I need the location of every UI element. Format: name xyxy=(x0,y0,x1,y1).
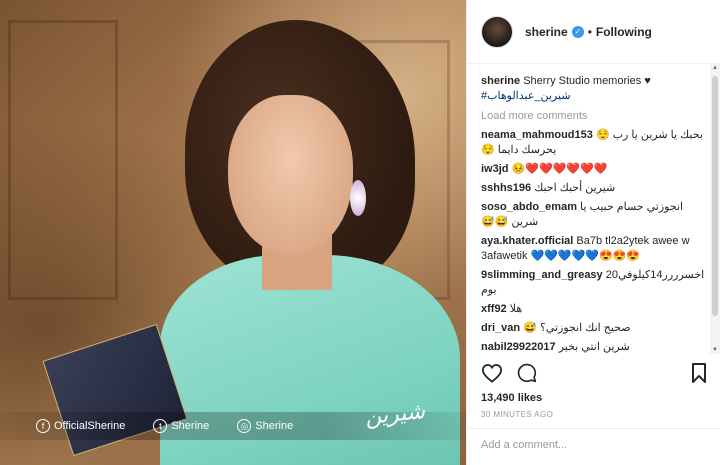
comment-icon[interactable] xyxy=(517,363,537,383)
caption-text: Sherry Studio memories ♥ xyxy=(523,75,651,87)
comment-item: soso_abdo_emam انجوزتي حسام حبيب يا شرين… xyxy=(481,200,707,230)
post-actions xyxy=(481,360,707,386)
verified-icon: ✓ xyxy=(571,25,584,38)
photo-social-label: OfficialSherine xyxy=(54,420,126,432)
comment-item: xff92 هلا xyxy=(481,302,707,317)
scroll-down-arrow-icon[interactable]: ▼ xyxy=(712,347,718,353)
comment-text: هلا xyxy=(509,303,523,315)
twitter-icon: t xyxy=(153,419,168,433)
avatar[interactable] xyxy=(481,15,513,48)
caption-username[interactable]: sherine xyxy=(481,75,520,87)
comment-text: 😣❤️❤️❤️❤️❤️❤️ xyxy=(511,163,608,175)
comment-username[interactable]: dri_van xyxy=(481,322,520,334)
comment-username[interactable]: sshhs196 xyxy=(481,182,531,194)
add-comment-input[interactable]: Add a comment... xyxy=(467,428,720,465)
comments-list[interactable]: sherine Sherry Studio memories ♥ #شيرين_… xyxy=(467,64,720,354)
bookmark-icon[interactable] xyxy=(691,363,707,383)
post-timestamp: 30 MINUTES AGO xyxy=(481,410,554,419)
post-caption: sherine Sherry Studio memories ♥ #شيرين_… xyxy=(481,74,707,104)
photo-social-facebook: f OfficialSherine xyxy=(36,419,125,433)
comment-username[interactable]: 9slimming_and_greasy xyxy=(481,269,603,281)
likes-count[interactable]: 13,490 likes xyxy=(481,392,542,404)
following-button[interactable]: Following xyxy=(596,25,652,39)
comment-item: sshhs196 شيرين أحبك احبك xyxy=(481,181,707,196)
photo-social-label: Sherine xyxy=(171,420,210,432)
comment-text: صحيح انك انجوزتي؟ 😅 xyxy=(523,322,631,334)
photo-wall-panel xyxy=(8,20,118,300)
post-sidebar: sherine ✓ • Following sherine Sherry Stu… xyxy=(466,0,720,465)
comment-username[interactable]: xff92 xyxy=(481,303,507,315)
comment-username[interactable]: nabil29922017 xyxy=(481,341,556,353)
photo-earring xyxy=(350,180,366,216)
photo-social-label: Sherine xyxy=(255,420,294,432)
comment-item: nabil29922017 شرين انتي بخير xyxy=(481,340,707,354)
comment-username[interactable]: neama_mahmoud153 xyxy=(481,129,593,141)
caption-hashtag[interactable]: #شيرين_عبدالوهاب xyxy=(481,90,571,102)
comment-text: شرين انتي بخير xyxy=(558,341,630,353)
scroll-up-arrow-icon[interactable]: ▲ xyxy=(712,65,718,71)
load-more-comments-link[interactable]: Load more comments xyxy=(481,110,707,122)
post-photo[interactable]: f OfficialSherine t Sherine ◎ Sherine شي… xyxy=(0,0,466,465)
photo-social-instagram: ◎ Sherine xyxy=(237,419,293,433)
header-separator: • xyxy=(587,24,592,39)
comment-item: aya.khater.official Ba7b tl2a2ytek awee … xyxy=(481,234,707,264)
photo-subject-face xyxy=(228,95,353,255)
comment-username[interactable]: aya.khater.official xyxy=(481,235,573,247)
heart-icon[interactable] xyxy=(481,363,503,383)
comment-item: 9slimming_and_greasy اخسرررر14كيلوفي20 ي… xyxy=(481,268,707,298)
facebook-icon: f xyxy=(36,419,50,433)
header-username[interactable]: sherine xyxy=(525,25,568,39)
post-header: sherine ✓ • Following xyxy=(467,0,720,64)
instagram-icon: ◎ xyxy=(237,419,252,433)
comment-username[interactable]: soso_abdo_emam xyxy=(481,201,577,213)
comment-text: شيرين أحبك احبك xyxy=(534,182,616,194)
comment-item: neama_mahmoud153 بحبك يا شرين يا رب 😌 يح… xyxy=(481,128,707,158)
scrollbar-thumb[interactable] xyxy=(712,76,718,316)
comment-username[interactable]: iw3jd xyxy=(481,163,509,175)
comments-scrollbar[interactable]: ▲ ▼ xyxy=(710,64,720,354)
comment-item: iw3jd 😣❤️❤️❤️❤️❤️❤️ xyxy=(481,162,707,177)
comment-item: dri_van صحيح انك انجوزتي؟ 😅 xyxy=(481,321,707,336)
photo-social-twitter: t Sherine xyxy=(153,419,209,433)
